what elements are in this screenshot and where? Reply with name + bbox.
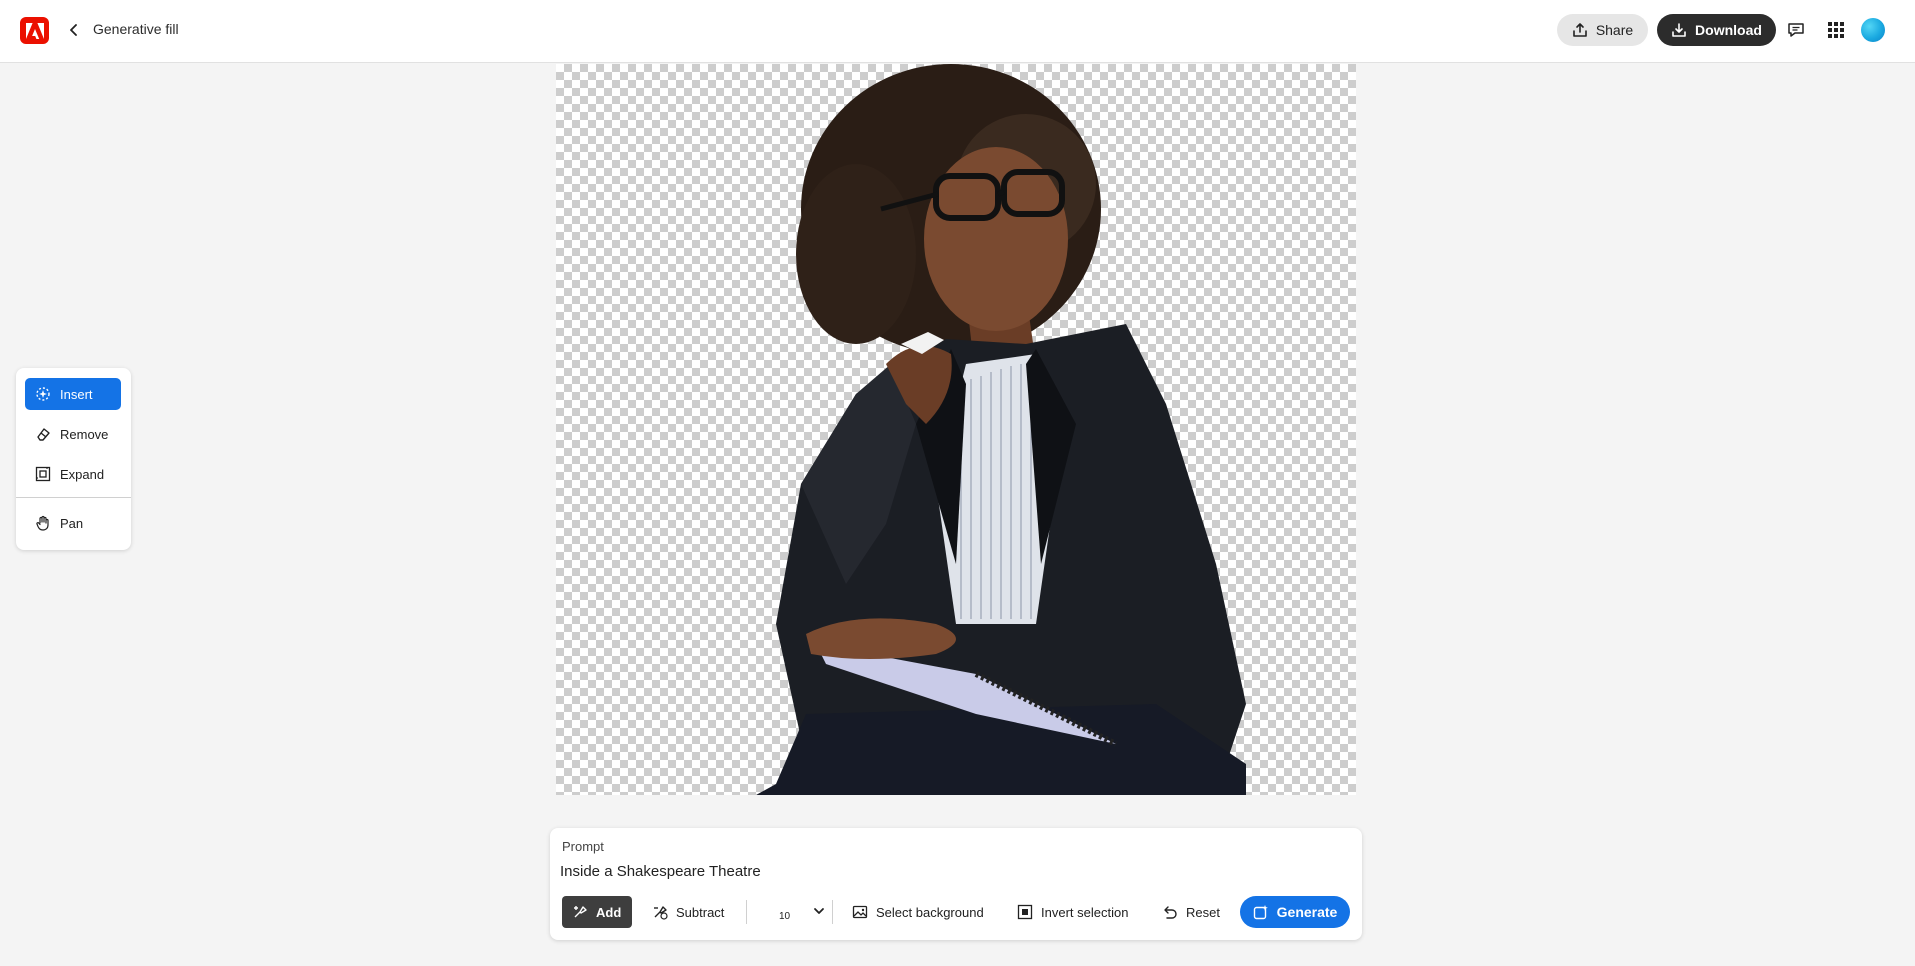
share-button[interactable]: Share [1557, 14, 1648, 46]
back-button[interactable] [62, 18, 86, 42]
prompt-panel: Prompt Add Subtract 10 Select background [550, 828, 1362, 940]
download-label: Download [1695, 22, 1762, 38]
expand-icon [35, 466, 51, 482]
reset-button[interactable]: Reset [1152, 896, 1230, 928]
share-label: Share [1595, 22, 1634, 38]
back-arrow-icon [70, 24, 77, 36]
tool-pan[interactable]: Pan [25, 507, 121, 539]
page-title: Generative fill [93, 21, 179, 37]
tool-pan-label: Pan [60, 515, 84, 531]
insert-brush-icon [36, 387, 50, 401]
reset-label: Reset [1186, 904, 1220, 920]
tool-remove-label: Remove [60, 426, 109, 442]
tool-remove[interactable]: Remove [25, 418, 121, 450]
tool-expand-label: Expand [60, 466, 105, 482]
share-icon [1573, 23, 1587, 37]
comment-icon[interactable] [1784, 18, 1808, 42]
select-background-button[interactable]: Select background [842, 896, 994, 928]
download-icon [1672, 23, 1686, 37]
chevron-down-icon [814, 908, 824, 914]
eraser-icon [37, 428, 50, 441]
hand-icon [36, 515, 49, 531]
undo-icon [1164, 906, 1177, 919]
generate-label: Generate [1276, 904, 1338, 920]
top-bar: Generative fill Share Download [0, 0, 1915, 63]
apps-grid-icon[interactable] [1824, 18, 1848, 42]
add-label: Add [596, 904, 622, 920]
prompt-input[interactable] [560, 859, 1320, 883]
brush-size-dropdown[interactable]: 10 [767, 896, 827, 928]
tool-expand[interactable]: Expand [25, 458, 121, 490]
generate-icon [1253, 905, 1268, 920]
toolbar-divider [746, 900, 747, 924]
add-brush-icon [574, 906, 587, 918]
image-canvas[interactable] [556, 64, 1356, 795]
tool-insert-label: Insert [60, 386, 93, 402]
tool-insert[interactable]: Insert [25, 378, 121, 410]
subtract-brush-icon [654, 906, 668, 920]
brush-size-value: 10 [779, 910, 791, 922]
image-icon [852, 905, 868, 919]
add-button[interactable]: Add [562, 896, 632, 928]
subtract-button[interactable]: Subtract [642, 896, 734, 928]
toolbar-divider [832, 900, 833, 924]
select-background-label: Select background [876, 904, 984, 920]
invert-selection-button[interactable]: Invert selection [1007, 896, 1138, 928]
prompt-label: Prompt [562, 839, 604, 854]
subtract-label: Subtract [676, 904, 725, 920]
adobe-logo-icon[interactable] [20, 17, 49, 44]
avatar[interactable] [1861, 18, 1885, 42]
tool-divider [16, 497, 131, 498]
subject-image [756, 64, 1246, 795]
generate-button[interactable]: Generate [1240, 896, 1350, 928]
invert-selection-label: Invert selection [1041, 904, 1129, 920]
tool-panel: Insert Remove Expand Pan [16, 368, 131, 550]
invert-selection-icon [1017, 904, 1033, 920]
download-button[interactable]: Download [1657, 14, 1776, 46]
